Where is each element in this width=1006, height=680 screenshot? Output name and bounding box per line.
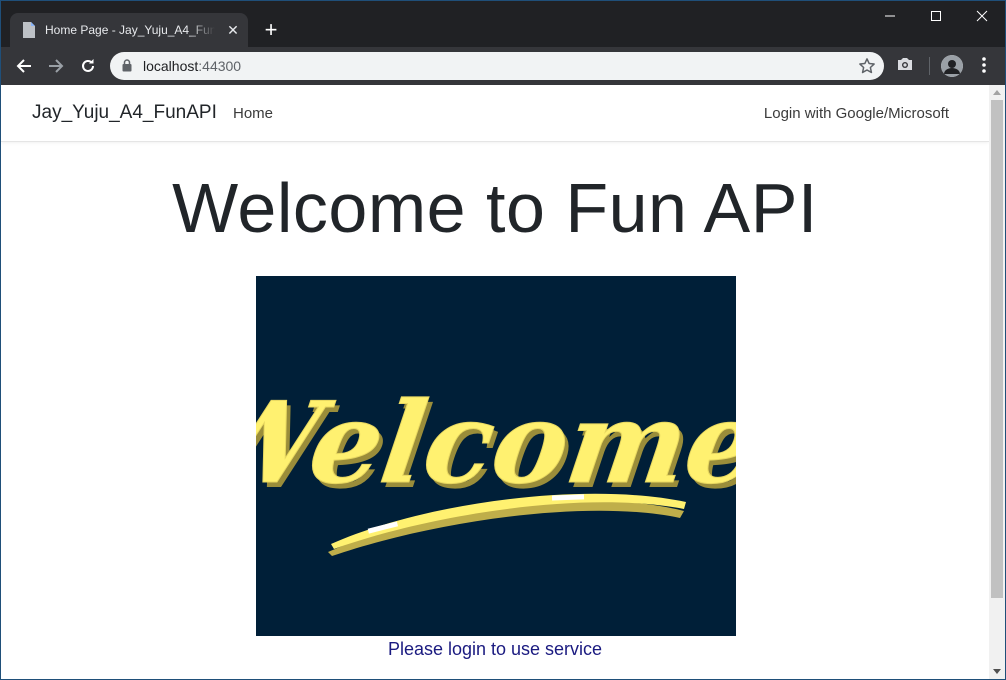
scroll-down-icon[interactable]	[993, 669, 1001, 675]
tab-title: Home Page - Jay_Yuju_A4_FunAPI	[45, 23, 215, 37]
site-navbar: Jay_Yuju_A4_FunAPI Home Login with Googl…	[1, 85, 989, 142]
close-icon	[976, 10, 988, 22]
kebab-menu-icon[interactable]	[976, 56, 992, 74]
profile-avatar[interactable]	[941, 55, 963, 77]
vertical-scrollbar[interactable]	[989, 85, 1005, 679]
browser-window: Home Page - Jay_Yuju_A4_FunAPI ✕ + local…	[0, 0, 1006, 680]
minimize-button[interactable]	[867, 1, 913, 31]
back-button[interactable]	[10, 52, 38, 80]
browser-toolbar: localhost:44300	[1, 47, 1005, 85]
page-icon	[23, 22, 35, 38]
welcome-lettering: Welcome	[256, 377, 736, 509]
url-text: localhost:44300	[143, 58, 242, 74]
forward-button[interactable]	[42, 52, 70, 80]
toolbar-divider	[929, 57, 930, 75]
bookmark-star-icon[interactable]	[858, 57, 876, 75]
tab-close-icon[interactable]: ✕	[224, 21, 242, 39]
reload-icon	[82, 59, 94, 72]
tab-strip: Home Page - Jay_Yuju_A4_FunAPI ✕ +	[1, 1, 1005, 47]
login-link[interactable]: Login with Google/Microsoft	[764, 105, 949, 122]
lock-icon	[122, 59, 132, 72]
page-viewport: Jay_Yuju_A4_FunAPI Home Login with Googl…	[1, 85, 989, 679]
scrollbar-thumb[interactable]	[991, 100, 1003, 598]
site-brand-link[interactable]: Jay_Yuju_A4_FunAPI	[32, 102, 217, 124]
maximize-icon	[931, 11, 941, 21]
nav-home-link[interactable]: Home	[233, 105, 273, 122]
login-prompt[interactable]: Please login to use service	[1, 639, 989, 660]
page-title: Welcome to Fun API	[172, 169, 818, 247]
scroll-up-icon[interactable]	[993, 89, 1001, 95]
new-tab-button[interactable]: +	[258, 17, 284, 43]
profile-icon	[941, 55, 963, 77]
browser-tab[interactable]: Home Page - Jay_Yuju_A4_FunAPI ✕	[10, 13, 248, 47]
camera-icon[interactable]	[896, 56, 914, 72]
close-window-button[interactable]	[959, 1, 1005, 31]
address-bar[interactable]: localhost:44300	[110, 52, 884, 80]
welcome-lettering-graphic: Welcome Welcome	[185, 276, 771, 636]
welcome-image: Welcome Welcome	[185, 276, 771, 636]
back-arrow-icon	[16, 59, 31, 73]
minimize-icon	[885, 15, 895, 17]
reload-button[interactable]	[74, 52, 102, 80]
forward-arrow-icon	[49, 59, 64, 73]
maximize-button[interactable]	[913, 1, 959, 31]
